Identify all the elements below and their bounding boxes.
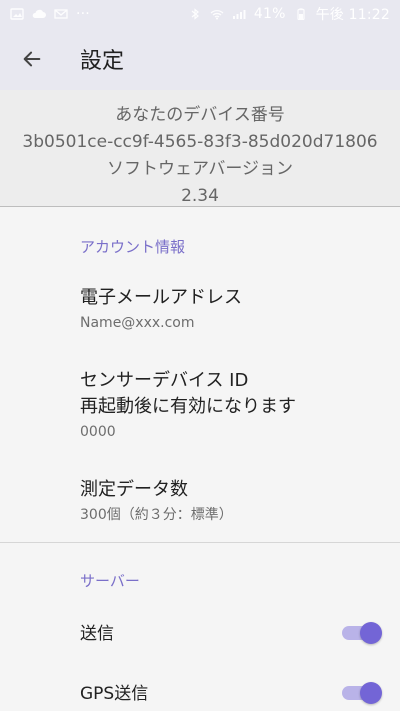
app-bar: 設定 xyxy=(0,28,400,90)
battery-percent: 41% xyxy=(253,6,286,22)
email-value: Name@xxx.com xyxy=(80,315,195,331)
measurement-count-setting[interactable]: 測定データ数 300個（約３分：標準） xyxy=(80,477,380,525)
email-setting[interactable]: 電子メールアドレス Name@xxx.com xyxy=(80,285,380,333)
status-left: ··· xyxy=(10,6,90,22)
software-version-label: ソフトウェアバージョン xyxy=(107,159,293,179)
more-icon: ··· xyxy=(76,6,90,22)
gps-send-toggle-thumb xyxy=(360,682,382,704)
gps-send-toggle[interactable] xyxy=(342,681,382,704)
sensor-title-line1: センサーデバイス ID xyxy=(80,370,249,391)
status-time: 午後 11:22 xyxy=(315,7,390,23)
send-setting[interactable]: 送信 xyxy=(0,611,400,651)
section-header-server: サーバー xyxy=(80,572,140,590)
section-divider xyxy=(0,542,400,543)
software-version: 2.34 xyxy=(181,186,219,206)
status-right: 41% 午後 11:22 xyxy=(188,4,390,24)
sensor-title-line2: 再起動後に有効になります xyxy=(80,396,296,417)
arrow-left-icon xyxy=(23,51,41,67)
gps-send-label: GPS送信 xyxy=(80,683,149,704)
send-toggle-thumb xyxy=(360,622,382,644)
wifi-icon xyxy=(210,8,224,20)
measure-title: 測定データ数 xyxy=(80,479,188,500)
section-header-account: アカウント情報 xyxy=(80,238,186,256)
device-number-label: あなたのデバイス番号 xyxy=(115,105,285,125)
status-bar: ··· 41% 午後 11:22 xyxy=(0,0,400,28)
mail-icon xyxy=(54,8,68,20)
sensor-value: 0000 xyxy=(80,424,116,440)
measure-value: 300個（約３分：標準） xyxy=(80,507,233,523)
back-button[interactable] xyxy=(0,28,64,90)
image-icon xyxy=(10,8,24,20)
send-label: 送信 xyxy=(80,623,114,644)
device-info: あなたのデバイス番号 3b0501ce-cc9f-4565-83f3-85d02… xyxy=(0,90,400,207)
gps-send-setting[interactable]: GPS送信 xyxy=(0,671,400,711)
cloud-icon xyxy=(32,8,46,20)
email-title: 電子メールアドレス xyxy=(80,287,242,308)
device-id: 3b0501ce-cc9f-4565-83f3-85d020d71806 xyxy=(22,132,378,152)
battery-icon xyxy=(294,8,308,20)
send-toggle[interactable] xyxy=(342,621,382,644)
sensor-device-id-setting[interactable]: センサーデバイス ID 再起動後に有効になります 0000 xyxy=(80,368,380,442)
page-title: 設定 xyxy=(80,49,125,74)
bluetooth-icon xyxy=(188,8,202,20)
signal-icon xyxy=(232,8,246,20)
